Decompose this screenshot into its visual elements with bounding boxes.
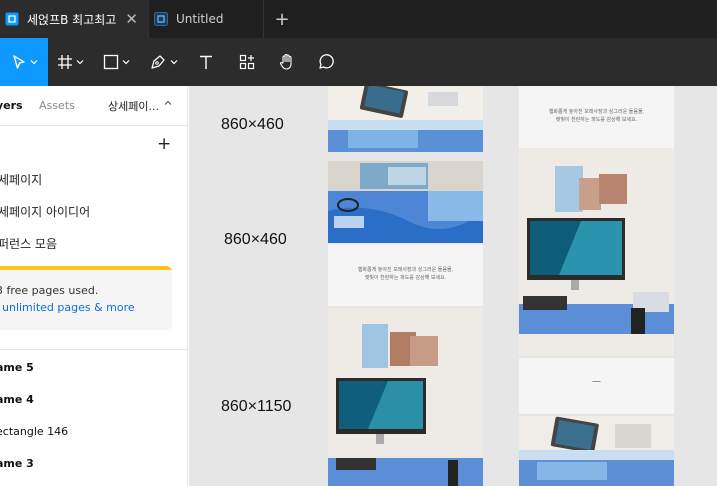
page-item-label: 퍼런스 모음 (0, 237, 58, 251)
chevron-down-icon (76, 60, 83, 65)
layer-item[interactable]: ame 5 (0, 361, 34, 374)
rectangle-icon (103, 54, 118, 70)
comment-bubble-icon (319, 54, 334, 69)
page-selector[interactable]: 상세페이... (108, 98, 159, 114)
layer-item[interactable]: ectangle 146 (0, 425, 68, 438)
tab-label: Untitled (176, 12, 224, 26)
page-item[interactable]: 세페이지 (0, 162, 187, 194)
tab-label: 세얹프B 최고최고 (27, 12, 117, 27)
toolbar (0, 38, 717, 86)
frame-image-5[interactable] (519, 416, 674, 486)
caption-dash: — (592, 377, 601, 387)
resources-tool-button[interactable] (226, 38, 268, 86)
pen-icon (150, 55, 165, 69)
tab-file-untitled[interactable]: Untitled (149, 0, 264, 38)
add-page-button[interactable]: + (157, 134, 171, 154)
divider (0, 349, 188, 350)
usage-bar (0, 266, 172, 270)
upgrade-link[interactable]: unlimited pages & more (2, 301, 135, 314)
pages-used-text: 3 free pages used. (0, 284, 99, 297)
frame-image-4[interactable] (519, 148, 674, 356)
caption-line: 햇빛이 찬란하는 파도를 감상해 보세요. (555, 117, 638, 123)
dimension-label: 860×460 (224, 231, 287, 248)
layer-item[interactable]: ame 4 (0, 393, 34, 406)
page-item[interactable]: 퍼런스 모음 (0, 226, 187, 258)
caption-block: 햄화롭게 놓아진 모래사장과 싱그러운 돌음물, 햇빛이 찬란하는 파도를 감상… (328, 244, 483, 306)
move-tool-button[interactable] (0, 38, 48, 86)
chevron-down-icon (30, 60, 37, 65)
dimension-label: 860×460 (221, 116, 284, 133)
text-tool-button[interactable] (186, 38, 226, 86)
desk-photo (328, 161, 483, 243)
chevron-down-icon (170, 60, 177, 65)
frame-hash-icon (57, 55, 72, 69)
page-item[interactable]: 세페이지 아이디어 (0, 194, 187, 226)
upgrade-banner: 3 free pages used. unlimited pages & mor… (0, 266, 172, 330)
caption-block: — (519, 358, 674, 414)
monitor-desk-photo (519, 148, 674, 356)
tab-layers[interactable]: yers (0, 99, 23, 112)
left-sidebar: yers Assets 상세페이... + 세페이지 세페이지 아이디어 퍼런스… (0, 86, 188, 486)
comment-tool-button[interactable] (306, 38, 346, 86)
hand-icon (280, 53, 292, 70)
tab-file-active[interactable]: 세얹프B 최고최고 ✕ (0, 0, 149, 38)
figma-app: { "tabs":[ {"label":"세얹프B 최고최고","active"… (0, 0, 717, 486)
layer-item[interactable]: ame 3 (0, 457, 34, 470)
pen-tool-button[interactable] (140, 38, 186, 86)
canvas[interactable]: 860×460 860×460 860×1150 햄화롭게 놓아진 모래사장과 … (189, 86, 717, 486)
frame-image-3[interactable] (328, 308, 483, 486)
close-icon[interactable]: ✕ (125, 10, 138, 28)
dimension-label: 860×1150 (221, 398, 292, 415)
shape-tool-button[interactable] (92, 38, 140, 86)
new-tab-button[interactable]: + (264, 0, 300, 38)
chevron-up-icon[interactable] (164, 99, 172, 107)
pages-header: + (0, 126, 187, 162)
hand-tool-button[interactable] (268, 38, 306, 86)
frame-image-1[interactable] (328, 86, 483, 152)
caption-block: 햄화롭게 놓아진 모래사장과 싱그러운 돌음물, 햇빛이 찬란하는 파도를 감상… (519, 86, 674, 148)
desk-photo (519, 416, 674, 486)
caption-line: 햇빛이 찬란하는 파도를 감상해 보세요. (364, 275, 447, 281)
figma-file-icon (154, 12, 168, 26)
resources-icon (239, 54, 255, 70)
cursor-arrow-icon (12, 55, 25, 69)
frame-image-2[interactable] (328, 161, 483, 243)
tab-bar: 세얹프B 최고최고 ✕ Untitled + (0, 0, 717, 38)
page-item-label: 세페이지 (0, 173, 43, 187)
sidebar-tabs: yers Assets 상세페이... (0, 86, 187, 126)
page-item-label: 세페이지 아이디어 (0, 205, 91, 219)
text-t-icon (200, 55, 212, 69)
chevron-down-icon (122, 60, 129, 65)
figma-file-icon (5, 12, 19, 26)
frame-tool-button[interactable] (48, 38, 92, 86)
tab-assets[interactable]: Assets (39, 99, 75, 112)
desk-photo (328, 86, 483, 152)
monitor-desk-photo (328, 308, 483, 486)
